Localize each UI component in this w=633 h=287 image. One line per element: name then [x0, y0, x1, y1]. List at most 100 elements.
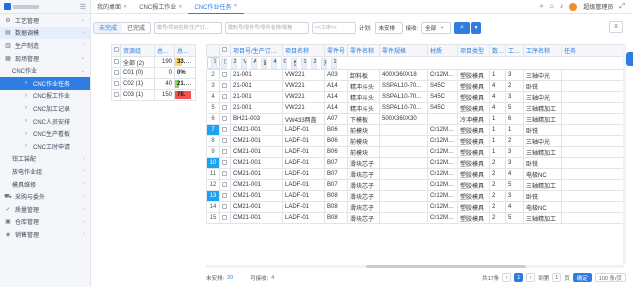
table-row[interactable]: 10 CM21-001 LADF-01 B07 滑块芯子 Cr12MoV 塑胶模具 2 3 卧铣 — [206, 157, 625, 169]
seg-unfinished[interactable]: 未完成 — [94, 22, 123, 33]
row-checkbox-cell[interactable] — [111, 78, 121, 90]
column-header[interactable]: 数量 — [489, 44, 506, 57]
sidebar-item[interactable]: ▦ 现场管理 ⌄ — [0, 52, 90, 65]
row-checkbox[interactable] — [222, 82, 227, 88]
row-checkbox[interactable] — [114, 69, 119, 75]
sidebar-item[interactable]: › CNC人员安排 — [0, 115, 90, 128]
receive-select[interactable]: 全部 ▼ — [421, 21, 452, 34]
column-header[interactable]: 零件名称 — [347, 44, 380, 57]
sidebar-item[interactable]: › CNC加工记录 — [0, 102, 90, 115]
column-header[interactable]: 材质 — [427, 44, 458, 57]
row-checkbox-cell[interactable] — [111, 89, 121, 101]
table-row[interactable]: 11 CM21-001 LADF-01 B07 滑块芯子 Cr12MoV 塑胶模具 2 4 电极N… — [206, 168, 625, 180]
part-search-input[interactable]: 模料号/零件号/零件名称/规格 — [225, 21, 310, 34]
row-checkbox-cell[interactable] — [219, 102, 231, 114]
row-checkbox-cell[interactable] — [219, 135, 231, 147]
row-checkbox[interactable] — [222, 170, 227, 176]
goto-page-input[interactable]: 1 — [552, 273, 562, 282]
column-header[interactable]: 工序号 — [505, 44, 524, 57]
row-checkbox-cell[interactable] — [219, 168, 231, 180]
table-row[interactable]: 13 CM21-001 LADF-01 B08 滑块芯子 Cr12MoV 塑胶模具 2 3 卧铣 — [206, 190, 625, 202]
row-checkbox[interactable] — [222, 104, 227, 110]
table-row[interactable]: C03 (1) 150 78.9% — [111, 89, 196, 101]
table-row[interactable]: 8 CM21-001 LADF-01 B06 前模块 Cr12MoV 塑胶模具 1 2 三轴中光 — [206, 135, 625, 147]
process-select[interactable]: <<工序>> — [312, 21, 357, 34]
search-button[interactable]: ⌕ — [454, 21, 471, 34]
close-icon[interactable]: ✕ — [123, 4, 127, 10]
table-row[interactable]: 全部 (2) 190 33.3% — [111, 56, 196, 68]
row-checkbox[interactable] — [222, 126, 227, 132]
username[interactable]: 超级管理员 — [583, 2, 613, 11]
row-checkbox[interactable] — [222, 137, 227, 143]
sidebar-item[interactable]: 钳工装配 › — [0, 153, 90, 166]
column-header[interactable]: 工序名称 — [523, 44, 562, 57]
menu-toggle-icon[interactable]: ☰ — [80, 3, 86, 11]
table-row[interactable]: 3 21-001 VW221 A14 精冲斗头 SSPAL10-70... S45C 塑胶模具… — [206, 80, 625, 92]
row-checkbox-cell[interactable] — [219, 157, 231, 169]
sidebar-item[interactable]: 模具维修 › — [0, 178, 90, 191]
goto-confirm-button[interactable]: 确定 — [572, 273, 592, 282]
row-checkbox[interactable] — [114, 58, 119, 64]
column-header[interactable]: 总工时 — [154, 44, 175, 57]
row-checkbox-cell[interactable] — [111, 56, 121, 68]
row-checkbox-cell[interactable] — [220, 57, 227, 69]
project-search-input[interactable]: 模号/项目名称/生产订... — [154, 21, 223, 34]
column-header[interactable]: 总工时比 — [174, 44, 196, 57]
row-checkbox-cell[interactable] — [219, 201, 231, 213]
row-checkbox[interactable] — [114, 91, 119, 97]
column-header[interactable]: 零件号 — [324, 44, 348, 57]
table-row[interactable]: 5 21-001 VW221 A14 精冲斗头 SSPAL10-70... S45C 塑胶模具… — [206, 102, 625, 114]
row-checkbox[interactable] — [223, 58, 226, 64]
side-panel-toggle[interactable] — [626, 52, 633, 66]
sidebar-item[interactable]: ⛟ 采购与委外 › — [0, 190, 90, 203]
select-all-checkbox[interactable] — [114, 47, 119, 53]
fullscreen-icon[interactable]: ⤢ — [619, 3, 625, 11]
sidebar-item[interactable]: › CNC报工作业 — [0, 90, 90, 103]
table-row[interactable]: 14 CM21-001 LADF-01 B08 滑块芯子 Cr12MoV 塑胶模具 2 4 电极N… — [206, 201, 625, 213]
sidebar-item[interactable]: ✓ 质量管理 › — [0, 203, 90, 216]
row-checkbox[interactable] — [222, 214, 227, 220]
column-header[interactable]: 项目名称 — [282, 44, 325, 57]
column-header[interactable]: 资源组 — [120, 44, 155, 57]
sidebar-item[interactable]: ◈ 销售管理 › — [0, 228, 90, 241]
table-row[interactable]: 4 21-001 VW221 A14 精冲斗头 SSPAL10-70... S45C 塑胶模具… — [206, 91, 625, 103]
vertical-scrollbar[interactable] — [623, 44, 626, 265]
home-icon[interactable]: ⌂ — [550, 3, 554, 10]
column-menu-button[interactable]: ≡ — [609, 21, 623, 33]
row-checkbox-cell[interactable] — [219, 179, 231, 191]
sidebar-item[interactable]: ▥ 生产制造 › — [0, 39, 90, 52]
row-checkbox[interactable] — [222, 71, 227, 77]
next-page-button[interactable]: › — [526, 273, 536, 282]
row-checkbox-cell[interactable] — [219, 69, 231, 81]
close-icon[interactable]: ✕ — [178, 4, 182, 10]
sidebar-item[interactable]: ▣ 仓库管理 › — [0, 216, 90, 229]
row-checkbox-cell[interactable] — [219, 80, 231, 92]
table-row[interactable]: C01 (0) 0 0% — [111, 67, 196, 79]
column-header[interactable] — [111, 44, 121, 57]
horizontal-scrollbar[interactable] — [206, 265, 624, 268]
table-row[interactable]: 7 CM21-001 LADF-01 B06 前模块 Cr12MoV 塑胶模具 1 1 卧铣 — [206, 124, 625, 136]
avatar[interactable] — [569, 2, 578, 11]
row-checkbox-cell[interactable] — [111, 67, 121, 79]
table-row[interactable]: 2 21-001 VW221 A03 卸料板 400X360X18 Cr12MoV 塑胶模具 1… — [206, 69, 625, 81]
row-checkbox[interactable] — [222, 203, 227, 209]
prev-page-button[interactable]: ‹ — [502, 273, 512, 282]
row-checkbox-cell[interactable] — [219, 212, 231, 224]
row-checkbox[interactable] — [222, 93, 227, 99]
sidebar-item[interactable]: CNC作业 ⌄ — [0, 64, 90, 77]
row-checkbox[interactable] — [222, 192, 227, 198]
column-header[interactable]: 零件规格 — [379, 44, 428, 57]
row-checkbox-cell[interactable] — [219, 146, 231, 158]
row-checkbox-cell[interactable] — [219, 124, 231, 136]
table-row[interactable]: 6 BH21-003 VW433两盖 A07 下模板 500X360X30 冷冲模具 1 6 三轴… — [206, 113, 625, 125]
row-checkbox-cell[interactable] — [219, 190, 231, 202]
table-row[interactable]: 9 CM21-001 LADF-01 B06 前模块 Cr12MoV 塑胶模具 1 3 三轴精加工 — [206, 146, 625, 158]
page-1-button[interactable]: 1 — [514, 273, 524, 282]
page-size-select[interactable]: 100 条/页 — [594, 273, 626, 282]
column-header[interactable]: 任务 — [561, 44, 625, 57]
tab-3[interactable]: CNC作业任务 ✕ — [188, 0, 244, 14]
sidebar-item[interactable]: 放电作业组 › — [0, 165, 90, 178]
table-row[interactable]: C02 (1) 40 21.1% — [111, 78, 196, 90]
table-row[interactable]: 15 CM21-001 LADF-01 B08 滑块芯子 Cr12MoV 塑胶模具 2 5 三轴精… — [206, 212, 625, 224]
seg-finished[interactable]: 已完成 — [122, 23, 150, 33]
